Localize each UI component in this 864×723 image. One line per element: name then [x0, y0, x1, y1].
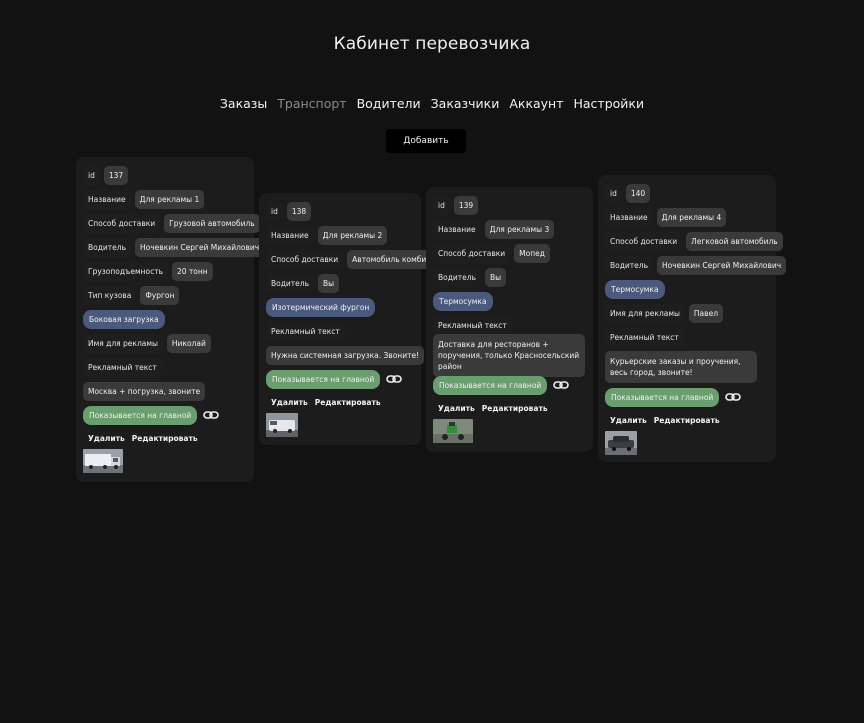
id-label: id — [433, 195, 450, 215]
add-button[interactable]: Добавить — [386, 129, 466, 153]
name-label: Название — [83, 189, 131, 209]
ad-text-value: Курьерские заказы и проучения, весь горо… — [605, 351, 757, 383]
ad-text-label: Рекламный текст — [605, 327, 684, 347]
edit-button[interactable]: Редактировать — [654, 416, 720, 425]
driver-value: Вы — [318, 273, 340, 293]
link-icon[interactable] — [553, 380, 570, 390]
id-value: 138 — [286, 201, 312, 221]
ad-text-value: Москва + погрузка, звоните — [83, 381, 206, 401]
name-value: Для рекламы 2 — [317, 225, 388, 245]
delivery-label: Способ доставки — [83, 213, 161, 233]
name-value: Для рекламы 4 — [656, 207, 727, 227]
nav-account[interactable]: Аккаунт — [509, 96, 563, 111]
delivery-label: Способ доставки — [433, 243, 511, 263]
ad-name-label: Имя для рекламы — [83, 333, 163, 353]
body-type-label: Тип кузова — [83, 285, 137, 305]
driver-value: Ночевкин Сергей Михайлович — [657, 255, 787, 275]
equipment-tag: Термосумка — [433, 291, 493, 311]
link-icon[interactable] — [386, 374, 403, 384]
body-type-value: Фургон — [140, 285, 180, 305]
delete-button[interactable]: Удалить — [438, 404, 475, 413]
main-page-badge[interactable]: Показывается на главной — [83, 405, 198, 425]
id-value: 140 — [625, 183, 651, 203]
name-value: Для рекламы 1 — [134, 189, 205, 209]
main-page-badge[interactable]: Показывается на главной — [605, 387, 720, 407]
vehicle-card: id 140 Название Для рекламы 4 Способ доста… — [598, 175, 787, 462]
ad-name-label: Имя для рекламы — [605, 303, 685, 323]
nav-customers[interactable]: Заказчики — [431, 96, 500, 111]
main-page-badge[interactable]: Показывается на главной — [433, 375, 548, 395]
nav-transport[interactable]: Транспорт — [277, 96, 346, 111]
delivery-label: Способ доставки — [605, 231, 683, 251]
vehicle-card: id 139 Название Для рекламы 3 Способ доста… — [426, 187, 593, 452]
truck-photo — [83, 449, 123, 473]
equipment-tag: Изотермический фургон — [266, 297, 376, 317]
driver-label: Водитель — [433, 267, 481, 287]
equipment-tag: Боковая загрузка — [83, 309, 165, 329]
id-value: 139 — [453, 195, 479, 215]
ad-text-label: Рекламный текст — [83, 357, 162, 377]
nav-orders[interactable]: Заказы — [220, 96, 267, 111]
delivery-label: Способ доставки — [266, 249, 344, 269]
driver-label: Водитель — [605, 255, 653, 275]
vehicle-card: id 137 Название Для рекламы 1 Способ доста… — [76, 157, 265, 482]
delivery-value: Грузовой автомобиль — [164, 213, 260, 233]
page-title: Кабинет перевозчика — [333, 34, 531, 54]
driver-value: Вы — [485, 267, 507, 287]
driver-label: Водитель — [266, 273, 314, 293]
name-value: Для рекламы 3 — [484, 219, 555, 239]
name-label: Название — [266, 225, 314, 245]
ad-name-value: Николай — [166, 333, 211, 353]
car-photo — [605, 431, 637, 455]
delete-button[interactable]: Удалить — [610, 416, 647, 425]
id-label: id — [83, 165, 100, 185]
driver-value: Ночевкин Сергей Михайлович — [135, 237, 265, 257]
id-label: id — [605, 183, 622, 203]
main-page-badge[interactable]: Показывается на главной — [266, 369, 381, 389]
name-label: Название — [605, 207, 653, 227]
edit-button[interactable]: Редактировать — [132, 434, 198, 443]
moped-photo — [433, 419, 473, 443]
edit-button[interactable]: Редактировать — [482, 404, 548, 413]
link-icon[interactable] — [203, 410, 220, 420]
edit-button[interactable]: Редактировать — [315, 398, 381, 407]
vehicle-card: id 138 Название Для рекламы 2 Способ доста… — [259, 193, 432, 445]
link-icon[interactable] — [725, 392, 742, 402]
delivery-value: Легковой автомобиль — [686, 231, 783, 251]
driver-label: Водитель — [83, 237, 131, 257]
ad-text-label: Рекламный текст — [266, 321, 345, 341]
main-nav: Заказы Транспорт Водители Заказчики Акка… — [0, 96, 864, 111]
capacity-value: 20 тонн — [172, 261, 213, 281]
capacity-label: Грузоподъемность — [83, 261, 169, 281]
delete-button[interactable]: Удалить — [88, 434, 125, 443]
id-label: id — [266, 201, 283, 221]
nav-drivers[interactable]: Водители — [357, 96, 421, 111]
ad-name-value: Павел — [688, 303, 723, 323]
delete-button[interactable]: Удалить — [271, 398, 308, 407]
equipment-tag: Термосумка — [605, 279, 665, 299]
van-photo — [266, 413, 298, 437]
ad-text-value: Доставка для ресторанов + поручения, тол… — [433, 333, 585, 377]
delivery-value: Автомобиль комби — [347, 249, 432, 269]
ad-text-value: Нужна системная загрузка. Звоните! — [266, 345, 425, 365]
id-value: 137 — [103, 165, 129, 185]
delivery-value: Мопед — [514, 243, 550, 263]
name-label: Название — [433, 219, 481, 239]
ad-text-label: Рекламный текст — [433, 315, 512, 335]
nav-settings[interactable]: Настройки — [574, 96, 645, 111]
